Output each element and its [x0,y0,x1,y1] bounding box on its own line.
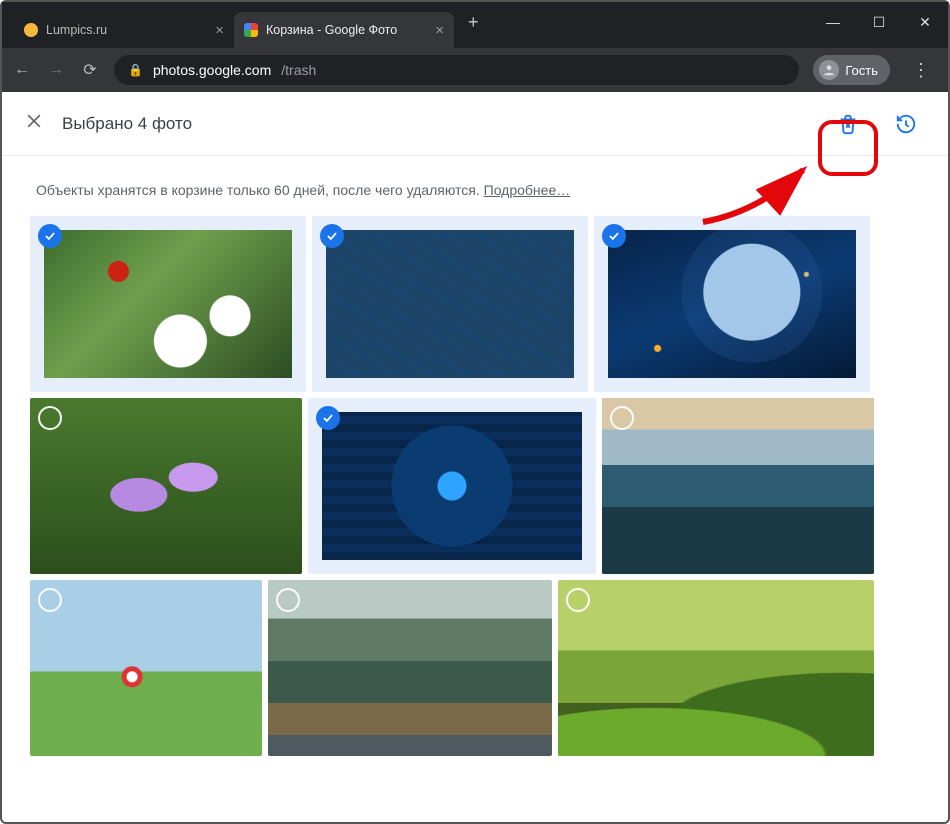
select-circle-icon[interactable] [38,588,62,612]
select-circle-icon[interactable] [276,588,300,612]
photo-thumbnail[interactable] [30,580,262,756]
url-path: /trash [281,62,316,78]
nav-back-button[interactable]: ← [12,61,32,79]
trash-content: Объекты хранятся в корзине только 60 дне… [2,156,948,822]
new-tab-button[interactable]: + [454,12,493,33]
favicon-icon [244,23,258,37]
photo-thumbnail[interactable] [558,580,874,756]
delete-forever-button[interactable] [828,104,868,144]
thumbnail-image [30,580,262,756]
window-minimize-button[interactable]: — [810,2,856,42]
browser-address-bar: ← → ⟳ 🔒 photos.google.com/trash Гость ⋮ [2,48,948,92]
tab-label: Lumpics.ru [46,23,107,37]
clear-selection-button[interactable] [24,111,44,136]
selection-count-label: Выбрано 4 фото [62,114,192,134]
photo-thumbnail[interactable] [594,216,870,392]
guest-label: Гость [845,63,878,78]
favicon-icon [24,23,38,37]
notice-text: Объекты хранятся в корзине только 60 дне… [36,182,484,198]
url-domain: photos.google.com [153,62,271,78]
select-circle-icon[interactable] [610,406,634,430]
restore-button[interactable] [886,104,926,144]
photo-thumbnail[interactable] [268,580,552,756]
window-maximize-button[interactable]: ☐ [856,2,902,42]
lock-icon: 🔒 [128,63,143,77]
selection-toolbar: Выбрано 4 фото [2,92,948,156]
thumbnail-image [30,398,302,574]
checkmark-icon[interactable] [320,224,344,248]
select-circle-icon[interactable] [38,406,62,430]
checkmark-icon[interactable] [316,406,340,430]
select-circle-icon[interactable] [566,588,590,612]
thumbnail-image [602,398,874,574]
thumbnail-image [268,580,552,756]
photo-thumbnail[interactable] [30,398,302,574]
browser-tab-active[interactable]: Корзина - Google Фото × [234,12,454,48]
avatar-icon [819,60,839,80]
browser-tab[interactable]: Lumpics.ru × [14,12,234,48]
close-tab-icon[interactable]: × [215,22,224,39]
nav-reload-button[interactable]: ⟳ [80,60,100,80]
thumbnail-image [608,230,856,378]
learn-more-link[interactable]: Подробнее… [484,182,571,198]
photo-grid [30,216,920,756]
checkmark-icon[interactable] [602,224,626,248]
thumbnail-image [558,580,874,756]
close-tab-icon[interactable]: × [435,22,444,39]
browser-menu-button[interactable]: ⋮ [904,60,938,81]
photo-thumbnail[interactable] [312,216,588,392]
trash-retention-notice: Объекты хранятся в корзине только 60 дне… [36,182,920,198]
thumbnail-image [322,412,582,560]
photo-thumbnail[interactable] [308,398,596,574]
nav-forward-button[interactable]: → [46,61,66,79]
browser-titlebar: Lumpics.ru × Корзина - Google Фото × + —… [2,2,948,48]
photo-thumbnail[interactable] [30,216,306,392]
url-input[interactable]: 🔒 photos.google.com/trash [114,55,799,85]
profile-guest-button[interactable]: Гость [813,55,890,85]
thumbnail-image [44,230,292,378]
tab-label: Корзина - Google Фото [266,23,397,37]
window-close-button[interactable]: ✕ [902,2,948,42]
thumbnail-image [326,230,574,378]
checkmark-icon[interactable] [38,224,62,248]
photo-thumbnail[interactable] [602,398,874,574]
